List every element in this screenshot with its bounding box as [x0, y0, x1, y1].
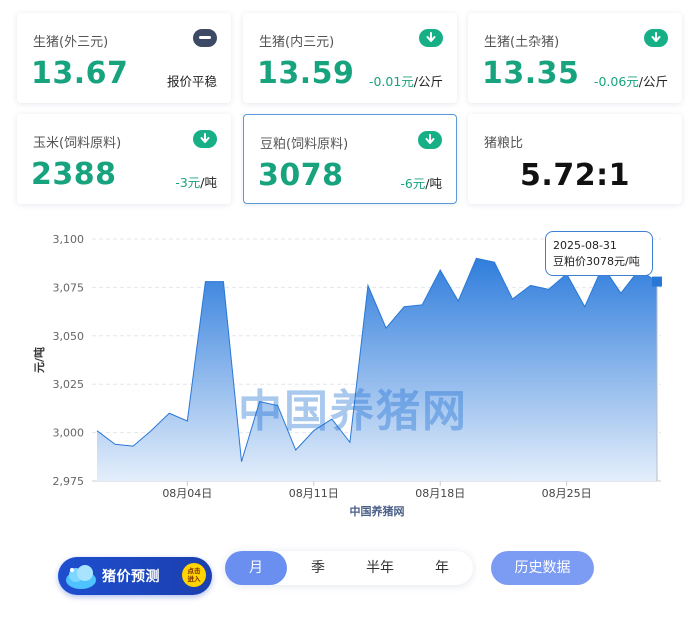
- card-value: 13.59: [257, 56, 355, 91]
- x-tick-label: 08月25日: [542, 487, 592, 500]
- change-unit: /吨: [425, 176, 442, 191]
- history-data-button[interactable]: 历史数据: [491, 551, 594, 585]
- change-unit: /公斤: [638, 74, 668, 89]
- tooltip-text: 豆粕价3078元/吨: [553, 255, 640, 268]
- chart-watermark: 中国养猪网: [238, 386, 468, 437]
- card-value: 3078: [258, 158, 344, 193]
- period-selector: 月 季 半年 年: [225, 551, 473, 585]
- data-point: [385, 327, 387, 329]
- badge-line-1: 点击: [187, 567, 201, 575]
- forecast-label: 猪价预测: [102, 569, 160, 585]
- data-point: [475, 257, 477, 259]
- period-month[interactable]: 月: [225, 551, 287, 585]
- change-amount: -3元: [175, 175, 201, 190]
- y-tick-label: 3,050: [53, 330, 85, 343]
- chart-tooltip: 2025-08-31 豆粕价3078元/吨: [545, 231, 653, 276]
- data-point: [457, 300, 459, 302]
- data-point: [547, 288, 549, 290]
- card-name: 豆粕(饲料原料): [260, 137, 349, 152]
- period-year[interactable]: 年: [411, 551, 473, 585]
- bottom-controls: 猪价预测 点击 进入 月 季 半年 年 历史数据: [0, 545, 700, 595]
- arrow-down-icon: [193, 130, 217, 148]
- y-tick-label: 3,075: [53, 281, 85, 294]
- card-value: 13.35: [482, 56, 580, 91]
- change-unit: /公斤: [413, 74, 443, 89]
- data-point: [96, 429, 98, 431]
- arrow-down-icon: [644, 29, 668, 47]
- period-half-year[interactable]: 半年: [349, 551, 411, 585]
- card-name: 猪粮比: [484, 136, 524, 151]
- area-fill: [97, 258, 657, 481]
- card-name: 生猪(内三元): [259, 35, 335, 50]
- change-unit: /吨: [200, 175, 217, 190]
- card-change: -0.01元/公斤: [369, 71, 443, 90]
- card-value: 2388: [31, 157, 117, 192]
- highlighted-point: [652, 276, 662, 287]
- data-point: [150, 429, 152, 431]
- y-tick-label: 3,000: [53, 427, 85, 440]
- card-name: 玉米(饲料原料): [33, 136, 122, 151]
- data-point: [511, 298, 513, 300]
- card-name: 生猪(土杂猪): [484, 35, 560, 50]
- card-soymeal[interactable]: 豆粕(饲料原料) 3078 -6元/吨: [243, 114, 457, 204]
- data-point: [349, 441, 351, 443]
- arrow-down-icon: [418, 131, 442, 149]
- y-tick-label: 3,100: [53, 233, 85, 246]
- price-forecast-button[interactable]: 猪价预测 点击 进入: [58, 557, 212, 595]
- minus-icon: [193, 29, 217, 47]
- data-point: [240, 460, 242, 462]
- badge-line-2: 进入: [187, 575, 201, 583]
- x-tick-label: 08月18日: [415, 487, 465, 500]
- y-axis-title: 元/吨: [32, 347, 46, 373]
- card-pig-outer[interactable]: 生猪(外三元) 13.67 报价平稳: [17, 13, 231, 103]
- y-tick-label: 3,025: [53, 378, 85, 391]
- x-tick-label: 08月11日: [289, 487, 339, 500]
- card-value: 5.72:1: [520, 158, 630, 193]
- card-pig-local[interactable]: 生猪(土杂猪) 13.35 -0.06元/公斤: [468, 13, 682, 103]
- card-change: -3元/吨: [175, 172, 217, 191]
- data-point: [168, 412, 170, 414]
- data-point: [421, 304, 423, 306]
- data-point: [403, 306, 405, 308]
- x-tick-label: 08月04日: [162, 487, 212, 500]
- data-point: [204, 280, 206, 282]
- data-point: [295, 449, 297, 451]
- data-point: [439, 269, 441, 271]
- cloud-icon: [66, 565, 96, 589]
- card-corn[interactable]: 玉米(饲料原料) 2388 -3元/吨: [17, 114, 231, 204]
- card-pig-grain-ratio[interactable]: 猪粮比 5.72:1: [468, 114, 682, 204]
- data-point: [584, 306, 586, 308]
- tooltip-date: 2025-08-31: [553, 239, 617, 252]
- change-amount: -6元: [400, 176, 426, 191]
- period-quarter[interactable]: 季: [287, 551, 349, 585]
- card-value: 13.67: [31, 56, 129, 91]
- change-amount: -0.06元: [593, 74, 639, 89]
- data-point: [620, 292, 622, 294]
- enter-badge: 点击 进入: [182, 563, 206, 587]
- data-point: [114, 443, 116, 445]
- data-point: [186, 420, 188, 422]
- card-pig-inner[interactable]: 生猪(内三元) 13.59 -0.01元/公斤: [243, 13, 457, 103]
- data-point: [529, 284, 531, 286]
- x-axis-title: 中国养猪网: [350, 504, 405, 518]
- arrow-down-icon: [419, 29, 443, 47]
- change-amount: -0.01元: [368, 74, 414, 89]
- data-point: [493, 261, 495, 263]
- data-point: [132, 445, 134, 447]
- y-tick-label: 2,975: [53, 475, 85, 488]
- data-point: [222, 280, 224, 282]
- card-change: -0.06元/公斤: [594, 71, 668, 90]
- data-point: [367, 284, 369, 286]
- card-name: 生猪(外三元): [33, 35, 109, 50]
- card-change: 报价平稳: [166, 74, 217, 89]
- card-change: -6元/吨: [400, 173, 442, 192]
